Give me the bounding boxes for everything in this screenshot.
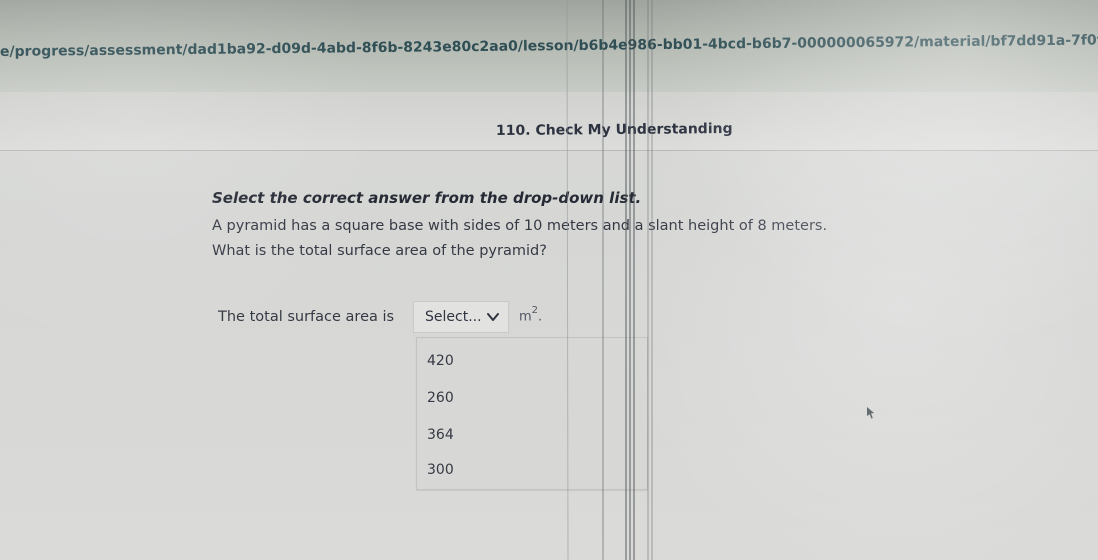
dropdown-option-300[interactable]: 300 [427,462,454,478]
browser-screen: e/progress/assessment/dad1ba92-d09d-4abd… [0,0,1098,560]
mouse-pointer-icon [867,407,874,419]
page-title: 110. Check My Understanding [495,120,733,140]
unit-base: m [519,309,532,325]
dropdown-option-420[interactable]: 420 [427,353,454,369]
dropdown-options-list[interactable]: 420 260 364 300 [416,337,648,490]
chevron-down-icon [487,313,499,321]
area-unit: m2. [519,305,543,325]
dropdown-option-364[interactable]: 364 [427,427,454,443]
address-bar[interactable]: e/progress/assessment/dad1ba92-d09d-4abd… [0,0,1098,92]
question-instruction: Select the correct answer from the drop-… [212,189,642,207]
question-text-line-1: A pyramid has a square base with sides o… [212,218,828,234]
dropdown-option-260[interactable]: 260 [427,390,454,406]
dropdown-selected-value: Select... [425,309,482,325]
unit-power: 2 [531,305,539,316]
answer-dropdown[interactable]: Select... [413,301,509,333]
answer-label: The total surface area is [218,309,395,325]
url-text[interactable]: e/progress/assessment/dad1ba92-d09d-4abd… [0,33,1098,60]
unit-period: . [538,309,543,325]
question-text-line-2: What is the total surface area of the py… [212,243,547,259]
lesson-header [0,92,1098,151]
